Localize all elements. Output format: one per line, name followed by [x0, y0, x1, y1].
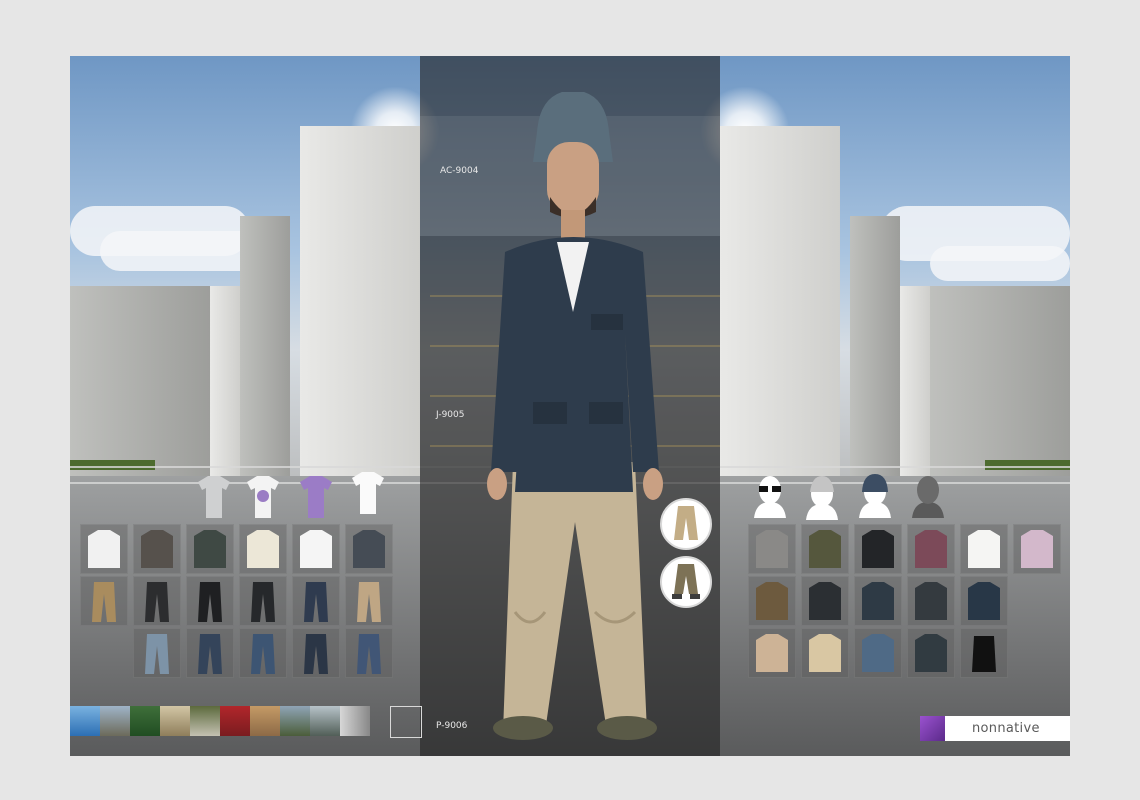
cloud [930, 246, 1070, 281]
jacket-option[interactable] [960, 576, 1008, 626]
jeans-option[interactable] [345, 628, 393, 678]
jacket-pocket [591, 314, 623, 330]
jeans-option[interactable] [239, 628, 287, 678]
bald-head-icon[interactable] [906, 472, 950, 518]
tee-option[interactable] [346, 470, 390, 516]
outfit-stage: AC-9004 J-9005 P-9006 nonnative [70, 56, 1070, 756]
shirt-option[interactable] [80, 524, 128, 574]
top-option[interactable] [960, 524, 1008, 574]
right-shoe [597, 716, 657, 740]
jeans-option[interactable] [186, 628, 234, 678]
jacket-option[interactable] [854, 628, 902, 678]
pants-code-label: P-9006 [436, 721, 468, 731]
building [300, 126, 420, 476]
shirt-option[interactable] [345, 524, 393, 574]
navy-knit-cap-icon[interactable] [853, 472, 897, 518]
left-shoe [493, 716, 553, 740]
top-option[interactable] [1013, 524, 1061, 574]
cloud [100, 231, 260, 271]
brand-name: nonnative [972, 721, 1040, 736]
neck [561, 210, 585, 240]
building [900, 286, 930, 476]
background-option-street[interactable] [280, 706, 310, 736]
jeans-option[interactable] [133, 628, 181, 678]
building [720, 126, 840, 476]
pants-option[interactable] [239, 576, 287, 626]
background-option-red-door[interactable] [220, 706, 250, 736]
background-option-forest[interactable] [130, 706, 160, 736]
jacket-option[interactable] [960, 628, 1008, 678]
pants-option[interactable] [345, 576, 393, 626]
top-option[interactable] [907, 524, 955, 574]
background-option-sea[interactable] [70, 706, 100, 736]
background-option-empty[interactable] [390, 706, 422, 738]
jacket-option[interactable] [907, 576, 955, 626]
shirt-option[interactable] [133, 524, 181, 574]
jeans-option[interactable] [292, 628, 340, 678]
jacket-option[interactable] [801, 576, 849, 626]
pants-option[interactable] [186, 576, 234, 626]
jacket-option[interactable] [801, 628, 849, 678]
jacket-option[interactable] [907, 628, 955, 678]
background-option-boats[interactable] [310, 706, 340, 736]
background-option-park[interactable] [160, 706, 190, 736]
hedge [70, 460, 155, 470]
model-figure [487, 92, 663, 740]
background-option-gate[interactable] [190, 706, 220, 736]
building [70, 286, 210, 476]
top-option[interactable] [854, 524, 902, 574]
top-option[interactable] [801, 524, 849, 574]
brand-logo[interactable]: nonnative [920, 716, 1070, 741]
sunglasses-icon[interactable] [748, 472, 792, 518]
left-hand [487, 468, 507, 500]
hat-code-label: AC-9004 [440, 166, 479, 176]
jacket-option[interactable] [748, 628, 796, 678]
pants-option[interactable] [133, 576, 181, 626]
pants-option[interactable] [80, 576, 128, 626]
building [240, 216, 290, 476]
shirt-option[interactable] [186, 524, 234, 574]
background-option-mountains[interactable] [100, 706, 130, 736]
hedge [985, 460, 1070, 470]
pants-alt-option[interactable] [660, 556, 712, 608]
shirt-option[interactable] [239, 524, 287, 574]
tee-option[interactable] [192, 474, 236, 520]
right-hand [643, 468, 663, 500]
background-option-grey[interactable] [340, 706, 370, 736]
pants-option[interactable] [292, 576, 340, 626]
pants [503, 462, 647, 732]
building [930, 286, 1070, 476]
brand-swatch [920, 716, 945, 741]
shirt-option[interactable] [292, 524, 340, 574]
pants-alt-option[interactable] [660, 498, 712, 550]
face [547, 142, 599, 212]
jacket-option[interactable] [748, 576, 796, 626]
background-option-building[interactable] [250, 706, 280, 736]
jacket-code-label: J-9005 [436, 410, 465, 420]
building [210, 286, 240, 476]
jacket-pocket [589, 402, 623, 424]
top-option[interactable] [748, 524, 796, 574]
grey-beanie-icon[interactable] [800, 474, 844, 520]
jacket-option[interactable] [854, 576, 902, 626]
tee-option[interactable] [241, 474, 285, 520]
tee-option[interactable] [294, 474, 338, 520]
building [850, 216, 900, 476]
jacket-pocket [533, 402, 567, 424]
